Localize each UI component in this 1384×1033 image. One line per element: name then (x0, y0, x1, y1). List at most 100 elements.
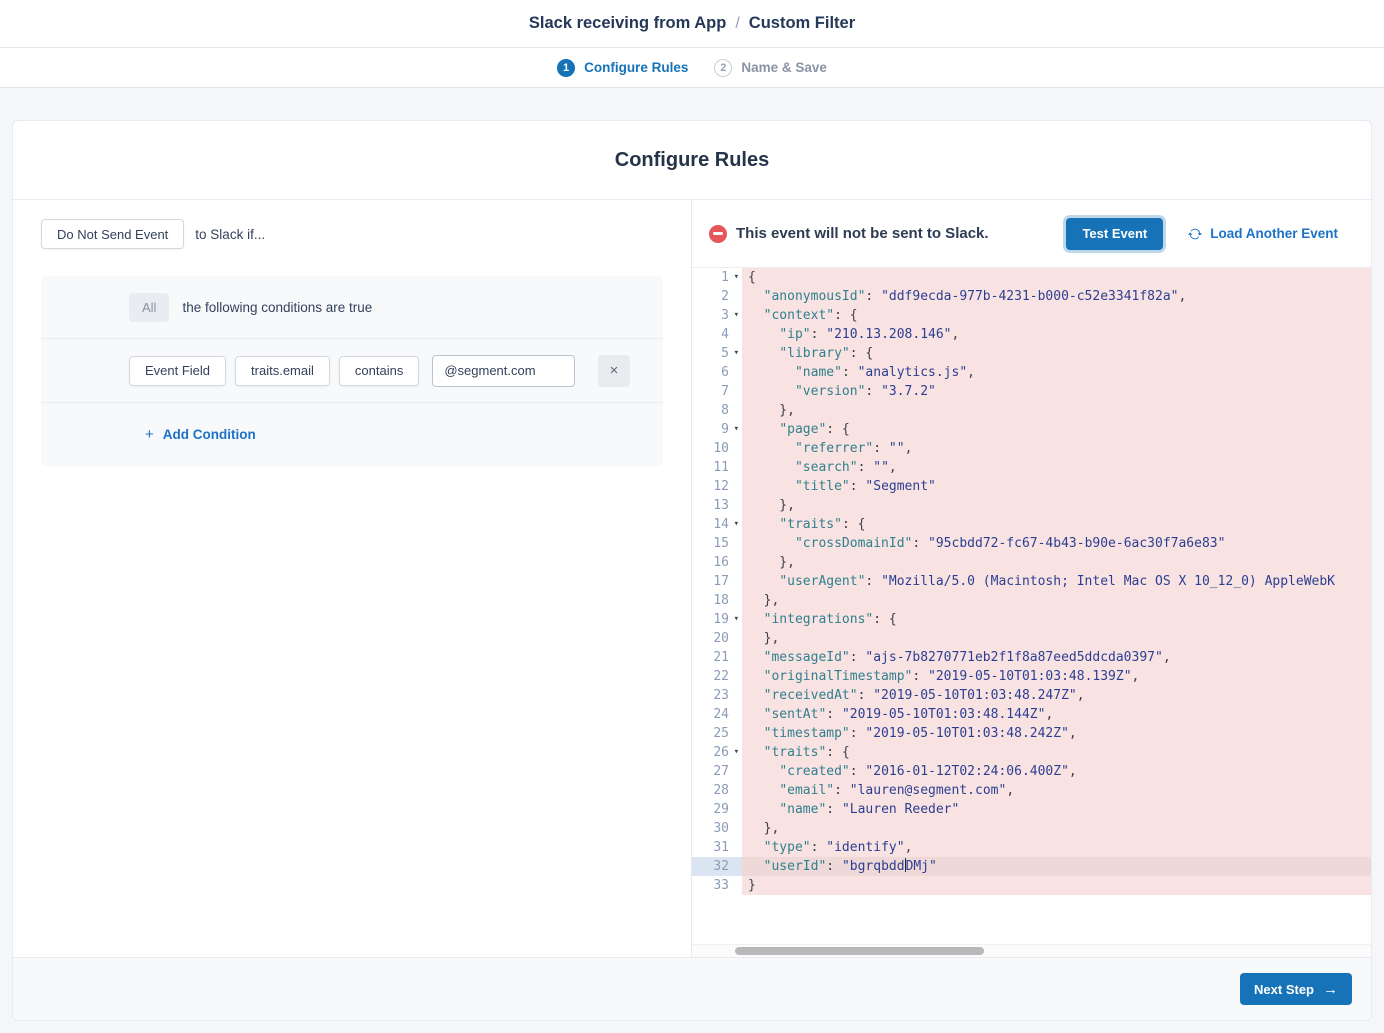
line-number: 5▾ (692, 344, 742, 363)
step-number-badge: 2 (714, 59, 732, 77)
code-line[interactable]: 8 }, (692, 401, 1371, 420)
test-result-bar: This event will not be sent to Slack. Te… (692, 200, 1371, 268)
fold-arrow-icon[interactable]: ▾ (734, 610, 739, 629)
code-line[interactable]: 25 "timestamp": "2019-05-10T01:03:48.242… (692, 724, 1371, 743)
stepper: 1 Configure Rules 2 Name & Save (0, 48, 1384, 88)
code-text: "type": "identify", (742, 838, 1371, 857)
code-line[interactable]: 33} (692, 876, 1371, 895)
code-text: "originalTimestamp": "2019-05-10T01:03:4… (742, 667, 1371, 686)
line-number: 20 (692, 629, 742, 648)
code-text: }, (742, 629, 1371, 648)
code-line[interactable]: 7 "version": "3.7.2" (692, 382, 1371, 401)
condition-value-input[interactable] (432, 355, 575, 387)
line-number: 8 (692, 401, 742, 420)
code-line[interactable]: 29 "name": "Lauren Reeder" (692, 800, 1371, 819)
code-text: }, (742, 553, 1371, 572)
line-number: 19▾ (692, 610, 742, 629)
line-number: 30 (692, 819, 742, 838)
trigger-row: Do Not Send Event to Slack if... (13, 200, 691, 249)
code-text: "context": { (742, 306, 1371, 325)
field-path-button[interactable]: traits.email (235, 356, 330, 386)
line-number: 13 (692, 496, 742, 515)
code-line[interactable]: 31 "type": "identify", (692, 838, 1371, 857)
code-line[interactable]: 32 "userId": "bgrqbddDMj" (692, 857, 1371, 876)
code-text: "page": { (742, 420, 1371, 439)
sync-icon (1188, 227, 1202, 241)
match-mode-row: All the following conditions are true (41, 276, 663, 339)
add-condition-button[interactable]: + Add Condition (145, 427, 256, 442)
do-not-send-event-button[interactable]: Do Not Send Event (41, 219, 184, 249)
match-mode-chip[interactable]: All (129, 293, 169, 322)
code-line[interactable]: 24 "sentAt": "2019-05-10T01:03:48.144Z", (692, 705, 1371, 724)
code-line[interactable]: 10 "referrer": "", (692, 439, 1371, 458)
code-line[interactable]: 30 }, (692, 819, 1371, 838)
code-text: }, (742, 819, 1371, 838)
destination-clause-text: to Slack if... (195, 227, 265, 242)
fold-arrow-icon[interactable]: ▾ (734, 420, 739, 439)
code-line[interactable]: 20 }, (692, 629, 1371, 648)
remove-condition-button[interactable]: × (598, 355, 630, 387)
minus-circle-icon (709, 225, 727, 243)
json-editor-lines: 1▾{2 "anonymousId": "ddf9ecda-977b-4231-… (692, 268, 1371, 895)
code-text: "name": "Lauren Reeder" (742, 800, 1371, 819)
line-number: 11 (692, 458, 742, 477)
code-line[interactable]: 3▾ "context": { (692, 306, 1371, 325)
code-line[interactable]: 4 "ip": "210.13.208.146", (692, 325, 1371, 344)
code-line[interactable]: 12 "title": "Segment" (692, 477, 1371, 496)
fold-arrow-icon[interactable]: ▾ (734, 743, 739, 762)
line-number: 12 (692, 477, 742, 496)
code-line[interactable]: 26▾ "traits": { (692, 743, 1371, 762)
line-number: 10 (692, 439, 742, 458)
code-line[interactable]: 18 }, (692, 591, 1371, 610)
line-number: 18 (692, 591, 742, 610)
code-line[interactable]: 11 "search": "", (692, 458, 1371, 477)
code-line[interactable]: 17 "userAgent": "Mozilla/5.0 (Macintosh;… (692, 572, 1371, 591)
line-number: 25 (692, 724, 742, 743)
json-editor[interactable]: 1▾{2 "anonymousId": "ddf9ecda-977b-4231-… (692, 268, 1371, 944)
page-background: Configure Rules Do Not Send Event to Sla… (0, 88, 1384, 1033)
code-text: "ip": "210.13.208.146", (742, 325, 1371, 344)
fold-arrow-icon[interactable]: ▾ (734, 344, 739, 363)
fold-arrow-icon[interactable]: ▾ (734, 306, 739, 325)
line-number: 23 (692, 686, 742, 705)
code-line[interactable]: 27 "created": "2016-01-12T02:24:06.400Z"… (692, 762, 1371, 781)
code-line[interactable]: 13 }, (692, 496, 1371, 515)
test-event-button[interactable]: Test Event (1066, 218, 1163, 250)
code-line[interactable]: 23 "receivedAt": "2019-05-10T01:03:48.24… (692, 686, 1371, 705)
code-line[interactable]: 16 }, (692, 553, 1371, 572)
line-number: 17 (692, 572, 742, 591)
condition-row: Event Field traits.email contains × (41, 339, 663, 403)
code-line[interactable]: 15 "crossDomainId": "95cbdd72-fc67-4b43-… (692, 534, 1371, 553)
top-bar: Slack receiving from App / Custom Filter (0, 0, 1384, 48)
code-line[interactable]: 1▾{ (692, 268, 1371, 287)
code-line[interactable]: 6 "name": "analytics.js", (692, 363, 1371, 382)
line-number: 21 (692, 648, 742, 667)
code-line[interactable]: 14▾ "traits": { (692, 515, 1371, 534)
code-line[interactable]: 2 "anonymousId": "ddf9ecda-977b-4231-b00… (692, 287, 1371, 306)
line-number: 9▾ (692, 420, 742, 439)
code-line[interactable]: 19▾ "integrations": { (692, 610, 1371, 629)
code-text: "messageId": "ajs-7b8270771eb2f1f8a87eed… (742, 648, 1371, 667)
code-line[interactable]: 9▾ "page": { (692, 420, 1371, 439)
stepper-step-configure-rules[interactable]: 1 Configure Rules (557, 59, 688, 77)
scrollbar-thumb[interactable] (735, 947, 984, 955)
fold-arrow-icon[interactable]: ▾ (734, 268, 739, 287)
code-line[interactable]: 5▾ "library": { (692, 344, 1371, 363)
breadcrumb-source[interactable]: Slack receiving from App (529, 14, 726, 33)
operator-button[interactable]: contains (339, 356, 419, 386)
code-line[interactable]: 28 "email": "lauren@segment.com", (692, 781, 1371, 800)
code-line[interactable]: 22 "originalTimestamp": "2019-05-10T01:0… (692, 667, 1371, 686)
event-preview-panel: This event will not be sent to Slack. Te… (692, 200, 1371, 957)
load-another-event-link[interactable]: Load Another Event (1188, 226, 1338, 241)
line-number: 29 (692, 800, 742, 819)
fold-arrow-icon[interactable]: ▾ (734, 515, 739, 534)
line-number: 32 (692, 857, 742, 876)
code-text: "created": "2016-01-12T02:24:06.400Z", (742, 762, 1371, 781)
next-step-button[interactable]: Next Step → (1240, 973, 1352, 1005)
field-type-button[interactable]: Event Field (129, 356, 226, 386)
next-step-label: Next Step (1254, 982, 1314, 997)
stepper-step-name-save[interactable]: 2 Name & Save (714, 59, 827, 77)
code-line[interactable]: 21 "messageId": "ajs-7b8270771eb2f1f8a87… (692, 648, 1371, 667)
arrow-right-icon: → (1323, 982, 1338, 997)
line-number: 14▾ (692, 515, 742, 534)
